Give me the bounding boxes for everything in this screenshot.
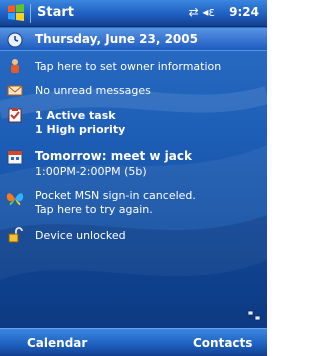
owner-row[interactable]: Tap here to set owner information — [0, 57, 267, 77]
windows-start-icon[interactable] — [6, 3, 26, 23]
appointment-time: 1:00PM-2:00PM (5b) — [35, 165, 147, 178]
msn-butterfly-icon — [6, 193, 24, 206]
appointment-row[interactable]: Tomorrow: meet w jack 1:00PM-2:00PM (5b) — [0, 147, 267, 181]
envelope-icon — [7, 85, 23, 96]
owner-label: Tap here to set owner information — [35, 60, 222, 73]
messages-label: No unread messages — [35, 84, 151, 97]
owner-person-icon — [11, 59, 19, 73]
tasks-priority-label: 1 High priority — [35, 123, 126, 136]
calendar-softkey[interactable]: Calendar — [27, 336, 87, 350]
title-separator — [30, 4, 31, 23]
padlock-open-icon — [8, 227, 23, 243]
softkey-bar: Calendar Contacts — [0, 328, 267, 356]
title-bar: Start ⇄ ◂ε 9:24 — [0, 0, 267, 27]
date-label: Thursday, June 23, 2005 — [35, 32, 198, 46]
msn-row[interactable]: Pocket MSN sign-in canceled. Tap here to… — [0, 186, 267, 220]
clock-icon — [7, 32, 23, 48]
status-area: ⇄ ◂ε 9:24 — [189, 5, 259, 19]
today-screen: Start ⇄ ◂ε 9:24 Thursday, June 23, 2005 … — [0, 0, 267, 356]
appointment-title: Tomorrow: meet w jack — [35, 149, 192, 163]
date-row[interactable]: Thursday, June 23, 2005 — [0, 28, 267, 51]
task-clipboard-icon — [8, 108, 22, 123]
connectivity-volume-icons[interactable]: ⇄ ◂ε — [189, 5, 215, 19]
start-title[interactable]: Start — [37, 5, 74, 20]
msn-line2: Tap here to try again. — [35, 203, 153, 216]
messages-row[interactable]: No unread messages — [0, 81, 267, 101]
clock-time[interactable]: 9:24 — [229, 5, 259, 19]
device-label: Device unlocked — [35, 229, 126, 242]
contacts-softkey[interactable]: Contacts — [193, 336, 252, 350]
tray-network-icon[interactable] — [247, 310, 261, 322]
msn-line1: Pocket MSN sign-in canceled. — [35, 189, 196, 202]
tasks-active-label: 1 Active task — [35, 109, 116, 122]
calendar-icon — [7, 150, 23, 165]
device-lock-row[interactable]: Device unlocked — [0, 226, 267, 246]
tasks-row[interactable]: 1 Active task 1 High priority — [0, 105, 267, 139]
